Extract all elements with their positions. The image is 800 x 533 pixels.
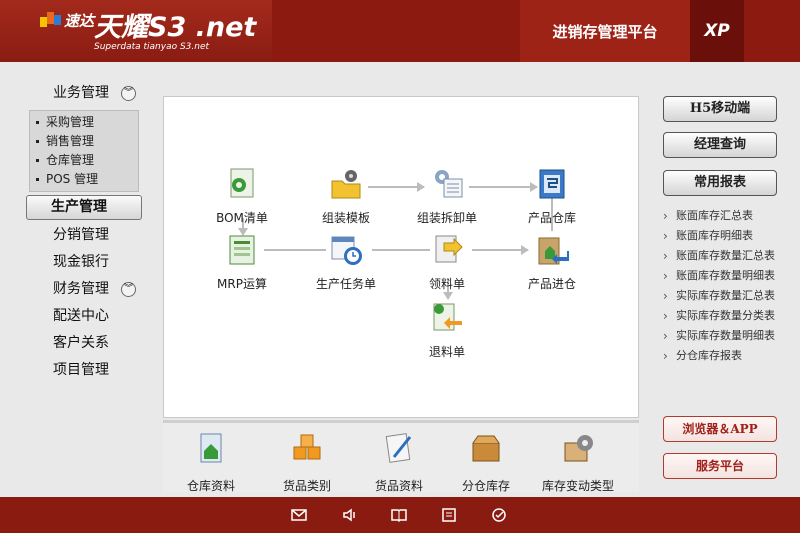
list-icon[interactable] — [440, 506, 458, 524]
shortcut-strip: 仓库资料 货品类别 货品资料 分仓库存 库存变动类型 — [163, 420, 639, 494]
nav-finance[interactable]: 财务管理 ︾ — [26, 276, 142, 303]
edition-badge: XP — [690, 0, 744, 62]
common-reports-button[interactable]: 常用报表 — [663, 170, 777, 196]
shortcut-goods-category-label: 货品类别 — [282, 479, 331, 493]
flow-assembly-disassembly-label: 组装拆卸单 — [416, 211, 477, 225]
report-link[interactable]: 账面库存数量汇总表 — [663, 246, 800, 266]
flow-assembly-template[interactable]: 组装模板 — [304, 167, 388, 226]
shortcut-stock-change-type-label: 库存变动类型 — [541, 479, 614, 493]
volume-icon[interactable] — [341, 506, 359, 524]
flow-assembly-template-label: 组装模板 — [321, 211, 370, 225]
bom-list-icon — [230, 168, 254, 198]
app-header: 速达 天耀S3 .net Superdata tianyao S3.net 进销… — [0, 0, 800, 62]
nav-project[interactable]: 项目管理 — [26, 357, 142, 384]
flow-product-inbound-label: 产品进仓 — [527, 277, 576, 291]
report-link[interactable]: 实际库存数量明细表 — [663, 326, 800, 346]
report-link[interactable]: 账面库存数量明细表 — [663, 266, 800, 286]
flow-material-requisition[interactable]: 领料单 — [405, 233, 489, 292]
open-box-icon — [472, 435, 500, 462]
shortcut-goods-info-label: 货品资料 — [374, 479, 423, 493]
flow-production-task[interactable]: 生产任务单 — [304, 233, 388, 292]
business-submenu: 采购管理 销售管理 仓库管理 POS 管理 — [29, 110, 139, 192]
clipboard-arrow-icon — [435, 235, 463, 263]
browser-app-button[interactable]: 浏览器＆APP — [663, 416, 777, 442]
flow-bom-label: BOM清单 — [216, 211, 268, 225]
platform-title: 进销存管理平台 — [520, 0, 690, 62]
submenu-item-sales[interactable]: 销售管理 — [30, 132, 138, 151]
boxes-icon — [293, 434, 321, 460]
logo-area: 速达 天耀S3 .net Superdata tianyao S3.net — [0, 0, 272, 62]
spreadsheet-icon — [229, 235, 255, 265]
warehouse-return-icon — [538, 237, 569, 265]
shortcut-goods-category[interactable]: 货品类别 — [267, 431, 347, 494]
footer-bar — [0, 497, 800, 533]
submenu-item-warehouse[interactable]: 仓库管理 — [30, 151, 138, 170]
submenu-item-pos[interactable]: POS 管理 — [30, 170, 138, 189]
report-link[interactable]: 实际库存数量汇总表 — [663, 286, 800, 306]
gear-document-icon — [435, 170, 463, 198]
h5-mobile-button[interactable]: H5移动端 — [663, 96, 777, 122]
chevron-down-icon[interactable]: ︾ — [121, 282, 136, 297]
logo-icon — [40, 12, 61, 27]
flow-material-return-label: 退料单 — [428, 345, 465, 359]
nav-crm[interactable]: 客户关系 — [26, 330, 142, 357]
nav-distribution[interactable]: 分销管理 — [26, 222, 142, 249]
flow-material-return[interactable]: 退料单 — [405, 301, 489, 360]
report-link[interactable]: 实际库存数量分类表 — [663, 306, 800, 326]
nav-delivery[interactable]: 配送中心 — [26, 303, 142, 330]
warehouse-grid-icon — [539, 169, 565, 199]
flow-production-task-label: 生产任务单 — [315, 277, 376, 291]
nav-business[interactable]: 业务管理 ︾ — [26, 80, 142, 107]
warehouse-doc-icon — [200, 433, 222, 463]
chevron-down-icon[interactable]: ︾ — [121, 86, 136, 101]
logo-title: 天耀S3 .net — [94, 12, 257, 43]
folder-gear-icon — [331, 170, 361, 199]
logo-brand: 速达 — [64, 12, 95, 30]
flow-mrp[interactable]: MRP运算 — [200, 233, 284, 292]
report-link[interactable]: 账面库存汇总表 — [663, 206, 800, 226]
nav-finance-label: 财务管理 — [53, 281, 109, 297]
shortcut-warehouse-info[interactable]: 仓库资料 — [171, 431, 251, 494]
flow-mrp-label: MRP运算 — [217, 277, 267, 291]
flow-bom[interactable]: BOM清单 — [200, 167, 284, 226]
service-platform-button[interactable]: 服务平台 — [663, 453, 777, 479]
report-link[interactable]: 分仓库存报表 — [663, 346, 800, 366]
shortcut-goods-info[interactable]: 货品资料 — [359, 431, 439, 494]
manager-query-button[interactable]: 经理查询 — [663, 132, 777, 158]
report-link[interactable]: 账面库存明细表 — [663, 226, 800, 246]
flow-product-warehouse-label: 产品仓库 — [527, 211, 576, 225]
nav-cash[interactable]: 现金银行 — [26, 249, 142, 276]
shortcut-branch-stock-label: 分仓库存 — [461, 479, 510, 493]
nav-business-label: 业务管理 — [53, 85, 109, 101]
flow-assembly-disassembly[interactable]: 组装拆卸单 — [405, 167, 489, 226]
box-gear-icon — [564, 435, 593, 462]
shortcut-stock-change-type[interactable]: 库存变动类型 — [533, 431, 623, 494]
shortcut-branch-stock[interactable]: 分仓库存 — [446, 431, 526, 494]
flow-material-requisition-label: 领料单 — [428, 277, 465, 291]
calendar-clock-icon — [331, 236, 362, 265]
mail-icon[interactable] — [290, 506, 308, 524]
check-icon[interactable] — [490, 506, 508, 524]
document-return-icon — [433, 303, 462, 331]
shortcut-warehouse-info-label: 仓库资料 — [186, 479, 235, 493]
flow-product-warehouse[interactable]: 产品仓库 — [510, 167, 594, 226]
report-list: 账面库存汇总表 账面库存明细表 账面库存数量汇总表 账面库存数量明细表 实际库存… — [663, 206, 800, 366]
book-icon[interactable] — [390, 506, 408, 524]
logo-subtitle: Superdata tianyao S3.net — [94, 42, 210, 52]
left-nav: 业务管理 ︾ 采购管理 销售管理 仓库管理 POS 管理 生产管理 分销管理 现… — [26, 80, 142, 384]
pen-document-icon — [385, 433, 412, 463]
production-flow-panel: BOM清单 组装模板 组装拆卸单 产品仓库 MRP运算 生产任务单 领料单 产品… — [163, 96, 639, 418]
submenu-item-purchase[interactable]: 采购管理 — [30, 113, 138, 132]
nav-production[interactable]: 生产管理 — [26, 195, 142, 220]
flow-product-inbound[interactable]: 产品进仓 — [510, 233, 594, 292]
